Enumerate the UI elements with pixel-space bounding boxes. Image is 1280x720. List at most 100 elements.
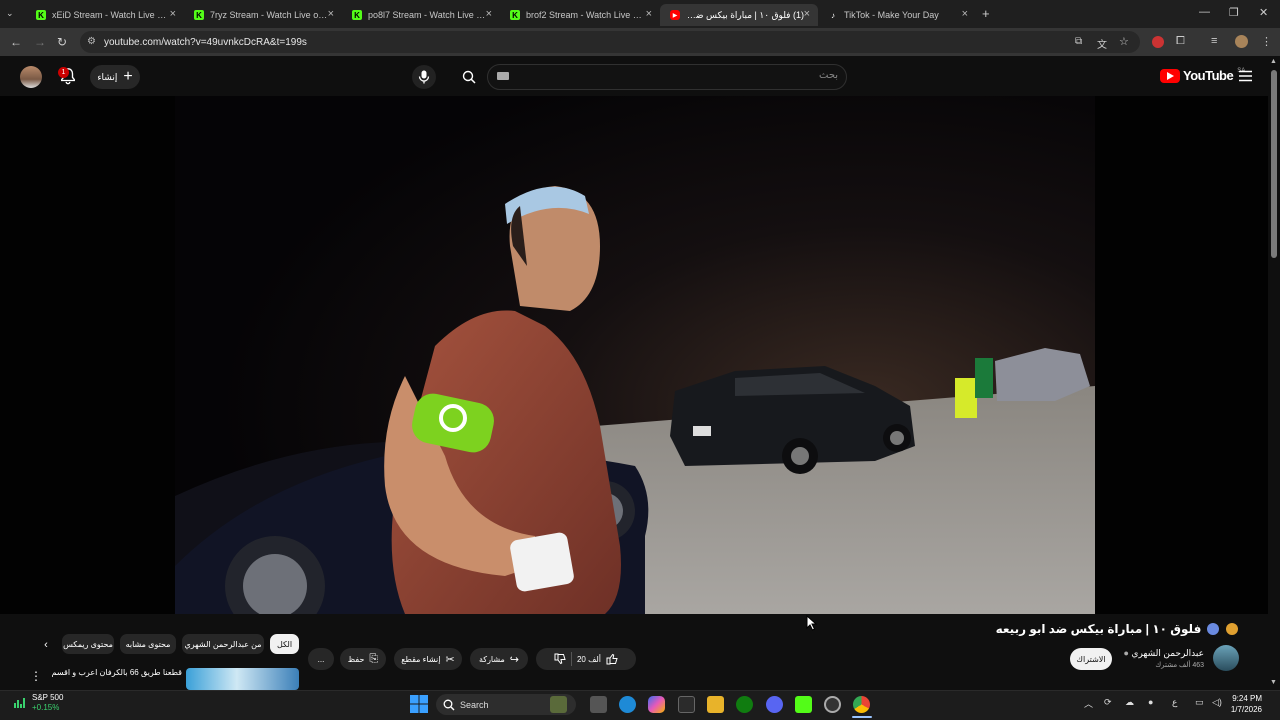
tab-youtube-active[interactable]: ▶ (1) فلوق ١٠ | مباراة بيكس ضد ابو ×: [660, 4, 818, 26]
forward-icon[interactable]: →: [34, 35, 46, 49]
volume-icon[interactable]: ◁): [1212, 697, 1222, 708]
maximize-icon[interactable]: ❐: [1229, 6, 1239, 19]
translate-icon[interactable]: 文: [1097, 36, 1107, 51]
kick-icon: K: [510, 10, 520, 20]
window-close-icon[interactable]: ✕: [1259, 6, 1268, 19]
network-icon[interactable]: ▭: [1195, 697, 1204, 708]
recommendation-menu-icon[interactable]: ⋮: [30, 669, 42, 683]
tab-xeid[interactable]: K xEiD Stream - Watch Live on Kick ×: [26, 4, 184, 26]
dislike-button[interactable]: [554, 653, 566, 665]
tray-overflow-icon[interactable]: ︿: [1084, 697, 1093, 710]
close-tab-icon[interactable]: ×: [486, 8, 492, 20]
thumbs-down-icon: [554, 653, 566, 665]
chrome-icon[interactable]: [853, 696, 870, 713]
tab-po8l7[interactable]: K po8l7 Stream - Watch Live on Kick ×: [342, 4, 500, 26]
tiktok-icon: ♪: [831, 10, 835, 20]
tab-7ryz[interactable]: K 7ryz Stream - Watch Live on Kick ×: [184, 4, 342, 26]
chip-related[interactable]: محتوى مشابه: [120, 634, 176, 654]
verified-icon: ●: [1123, 648, 1129, 658]
edge-icon[interactable]: [619, 696, 636, 713]
active-app-indicator: [852, 716, 872, 718]
save-button[interactable]: حفظ ⎘: [340, 648, 386, 670]
reload-icon[interactable]: ↻: [57, 35, 67, 49]
close-tab-icon[interactable]: ×: [646, 8, 652, 20]
kick-icon: K: [352, 10, 362, 20]
channel-avatar[interactable]: [1213, 645, 1239, 671]
channel-name[interactable]: عبدالرحمن الشهري ●: [1123, 648, 1204, 659]
bookmark-star-icon[interactable]: ☆: [1119, 35, 1129, 48]
video-player[interactable]: [0, 96, 1268, 614]
scissors-icon: ✂: [445, 653, 455, 666]
stock-chart-icon: [14, 696, 26, 710]
language-indicator[interactable]: ع: [1172, 697, 1177, 708]
scroll-up-icon[interactable]: ▲: [1270, 58, 1277, 65]
emoji-icon: [1206, 623, 1219, 635]
windows-start-icon[interactable]: [410, 695, 428, 713]
like-button[interactable]: [606, 653, 618, 665]
discord-icon[interactable]: [766, 696, 783, 713]
search-icon: [462, 70, 476, 84]
taskbar-search-label: Search: [460, 699, 489, 710]
like-dislike-group: 20 ألف: [536, 648, 636, 670]
share-button[interactable]: مشاركة ↪: [470, 648, 528, 670]
file-explorer-icon[interactable]: [707, 696, 724, 713]
browser-menu-icon[interactable]: ⋮: [1261, 35, 1272, 48]
avatar[interactable]: [20, 66, 42, 88]
chip-from-channel[interactable]: من عبدالرحمن الشهري: [182, 634, 264, 654]
tab-brof2[interactable]: K brof2 Stream - Watch Live on Kick ×: [500, 4, 660, 26]
extension-icon[interactable]: [1152, 36, 1164, 48]
search-input[interactable]: [487, 64, 847, 90]
keyboard-icon[interactable]: [497, 72, 509, 80]
subscribe-button[interactable]: الاشتراك: [1070, 648, 1112, 670]
tab-search-icon[interactable]: ⌄: [6, 8, 14, 19]
create-button[interactable]: إنشاء +: [90, 65, 140, 89]
site-info-icon[interactable]: ⚙: [87, 36, 96, 47]
system-clock[interactable]: 9:24 PM 1/7/2026: [1231, 693, 1262, 715]
install-icon[interactable]: ⧉: [1075, 36, 1082, 47]
more-actions-button[interactable]: ...: [308, 648, 334, 670]
divider: [570, 652, 572, 666]
tab-tiktok[interactable]: ♪ TikTok - Make Your Day ×: [818, 4, 976, 26]
settings-gear-icon[interactable]: [824, 696, 841, 713]
recommendation-title[interactable]: قطعنا طريق 66 بالكرفان اعرب و اقسم: [52, 668, 182, 677]
new-tab-button[interactable]: +: [982, 6, 990, 21]
chip-remix[interactable]: محتوى ريمكس: [62, 634, 114, 654]
minimize-icon[interactable]: —: [1199, 6, 1210, 18]
store-icon[interactable]: [678, 696, 695, 713]
kick-app-icon[interactable]: [795, 696, 812, 713]
close-tab-icon[interactable]: ×: [328, 8, 334, 20]
notification-badge: 1: [58, 67, 69, 78]
youtube-wordmark: YouTube: [1183, 68, 1234, 83]
thumbs-up-icon: [606, 653, 618, 665]
xbox-icon[interactable]: [736, 696, 753, 713]
chip-all[interactable]: الكل: [270, 634, 299, 654]
search-button[interactable]: [455, 64, 483, 90]
close-tab-icon[interactable]: ×: [170, 8, 176, 20]
close-tab-icon[interactable]: ×: [804, 8, 810, 20]
back-icon[interactable]: ←: [10, 35, 22, 49]
profile-avatar[interactable]: [1235, 35, 1248, 48]
youtube-logo[interactable]: YouTube SA: [1160, 68, 1245, 83]
hamburger-menu-icon[interactable]: [1239, 70, 1252, 82]
share-arrow-icon: ↪: [509, 653, 520, 666]
clip-button[interactable]: إنشاء مقطع ✂: [394, 648, 462, 670]
clock-date: 1/7/2026: [1230, 705, 1262, 714]
close-tab-icon[interactable]: ×: [962, 8, 968, 20]
copilot-icon[interactable]: [648, 696, 665, 713]
kick-icon: K: [36, 10, 46, 20]
voice-search-button[interactable]: [412, 65, 436, 89]
extensions-puzzle-icon[interactable]: ⧠: [1176, 35, 1185, 48]
like-count: 20 ألف: [576, 654, 602, 664]
recommendation-thumbnail[interactable]: [186, 668, 299, 690]
search-highlight-icon: [550, 696, 567, 713]
reading-list-icon[interactable]: ≡: [1211, 35, 1217, 47]
youtube-play-icon: [1160, 68, 1180, 83]
create-label: إنشاء: [97, 71, 118, 82]
cloud-icon[interactable]: ☁: [1125, 697, 1134, 708]
scroll-down-icon[interactable]: ▼: [1270, 679, 1277, 686]
chevron-left-icon[interactable]: ‹: [38, 637, 54, 653]
sync-icon[interactable]: ⟳: [1104, 697, 1112, 708]
microphone-tray-icon[interactable]: ●: [1148, 697, 1153, 707]
scrollbar-thumb[interactable]: [1271, 70, 1277, 258]
task-view-icon[interactable]: [590, 696, 607, 713]
